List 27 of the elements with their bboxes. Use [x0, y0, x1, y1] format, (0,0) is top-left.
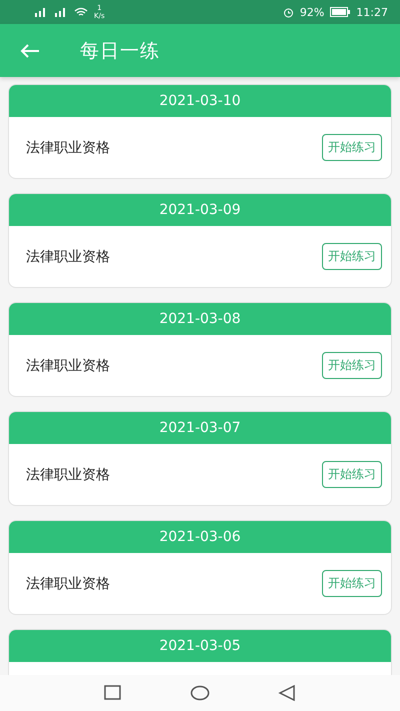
back-icon[interactable]	[278, 685, 296, 701]
alarm-icon	[282, 6, 294, 18]
subject-label: 法律职业资格	[26, 574, 110, 592]
date-header: 2021-03-08	[9, 303, 391, 335]
subject-label: 法律职业资格	[26, 248, 110, 266]
start-practice-button[interactable]: 开始练习	[322, 461, 382, 488]
recents-icon[interactable]	[104, 685, 122, 701]
start-practice-button[interactable]: 开始练习	[322, 134, 382, 161]
subject-label: 法律职业资格	[26, 466, 110, 484]
start-practice-button[interactable]: 开始练习	[322, 352, 382, 379]
subject-label: 法律职业资格	[26, 356, 110, 374]
page-title: 每日一练	[80, 38, 160, 64]
battery-icon	[330, 7, 350, 17]
date-header: 2021-03-05	[9, 630, 391, 662]
date-header: 2021-03-09	[9, 194, 391, 226]
signal-icon	[34, 7, 48, 17]
wifi-icon	[74, 7, 88, 17]
subject-label: 法律职业资格	[26, 138, 110, 156]
date-header: 2021-03-07	[9, 412, 391, 444]
start-practice-button[interactable]: 开始练习	[322, 243, 382, 270]
home-icon[interactable]	[190, 685, 210, 701]
date-header: 2021-03-10	[9, 85, 391, 117]
start-practice-button[interactable]: 开始练习	[322, 570, 382, 597]
date-header: 2021-03-06	[9, 521, 391, 553]
battery-percent: 92%	[300, 6, 324, 18]
signal-icon	[54, 7, 68, 17]
clock-time: 11:27	[356, 6, 388, 18]
